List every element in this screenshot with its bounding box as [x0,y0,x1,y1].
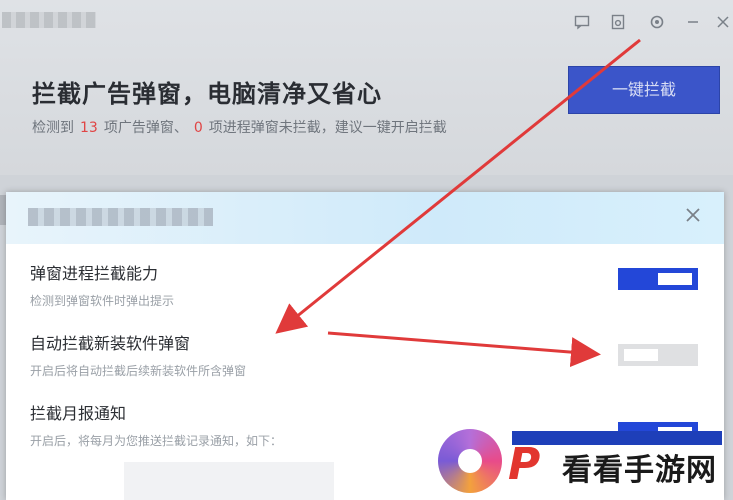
watermark-text: 看看手游网 [562,453,717,488]
watermark-logo-icon [438,429,502,493]
annotation-arrow-to-setting [275,38,641,334]
watermark-band [512,431,722,445]
annotation-arrow-to-toggle [327,331,601,368]
site-watermark: P 看看手游网 [434,425,733,500]
watermark-p-icon: P [508,439,541,490]
